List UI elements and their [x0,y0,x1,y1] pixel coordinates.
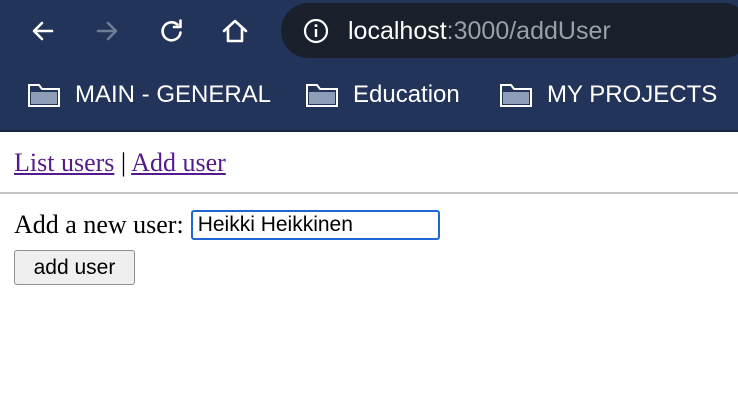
add-user-button[interactable]: add user [14,250,135,285]
forward-button[interactable] [89,13,125,49]
bookmark-my-projects[interactable]: MY PROJECTS [499,78,717,112]
home-icon [222,19,248,43]
folder-icon [500,84,532,107]
list-users-link[interactable]: List users [14,148,114,177]
bookmark-label: MY PROJECTS [547,81,718,108]
bookmark-label: MAIN - GENERAL [75,81,272,108]
reload-icon [161,19,182,42]
nav-separator: | [120,148,127,177]
bookmark-label: Education [353,81,460,108]
folder-icon [306,84,338,107]
add-user-form: Add a new user: [14,210,440,240]
user-name-input[interactable] [190,210,440,240]
toolbar-divider [0,130,738,132]
bookmark-education[interactable]: Education [305,78,460,112]
page-nav: List users | Add user [14,146,226,180]
folder-icon [28,84,60,107]
reload-button[interactable] [154,13,190,49]
arrow-left-icon [32,21,54,41]
address-bar[interactable]: localhost:3000/addUser [281,3,738,58]
home-button[interactable] [217,13,253,49]
add-user-link[interactable]: Add user [131,148,226,177]
arrow-right-icon [96,21,118,41]
browser-toolbar: localhost:3000/addUser MAIN - GENERAL Ed… [0,0,738,131]
back-button[interactable] [25,13,61,49]
url-path: :3000/addUser [446,17,611,45]
info-icon[interactable] [303,18,329,44]
bookmark-main-general[interactable]: MAIN - GENERAL [27,78,271,112]
new-user-label: Add a new user: [14,210,184,239]
horizontal-rule [0,192,738,194]
url-text: localhost:3000/addUser [348,14,611,48]
url-host: localhost [348,17,447,45]
